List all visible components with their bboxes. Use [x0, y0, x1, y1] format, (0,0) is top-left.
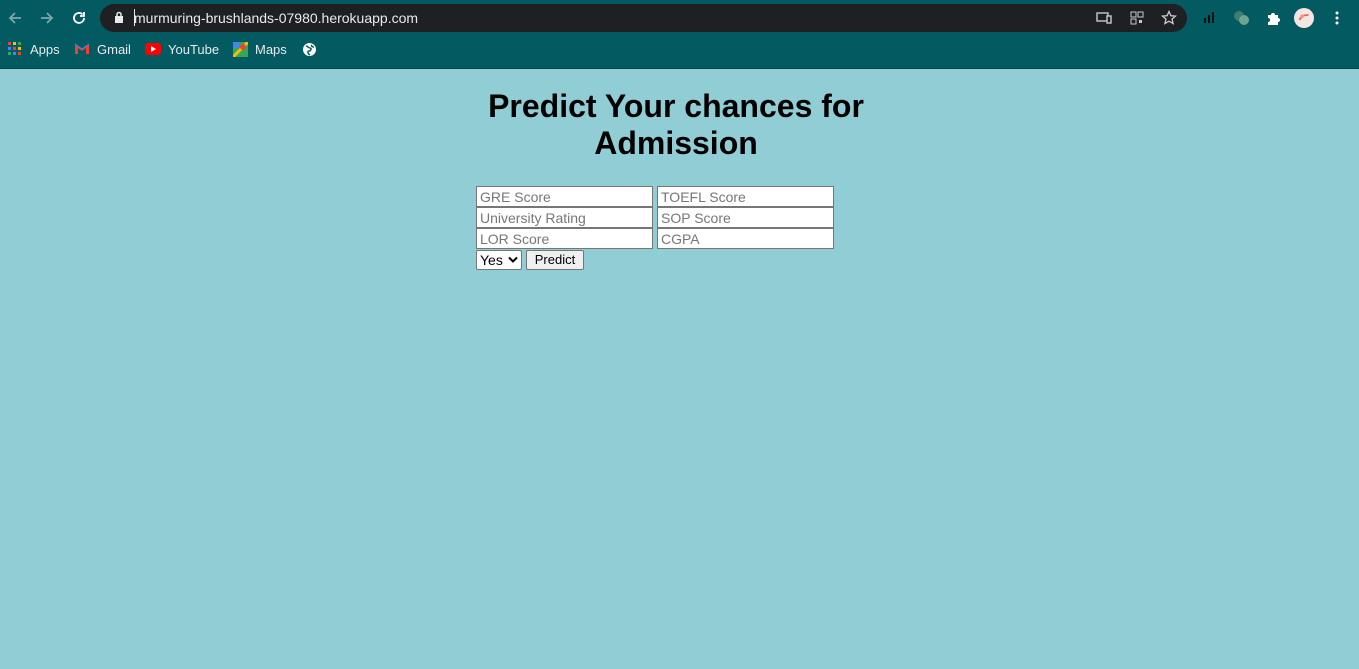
youtube-icon [145, 41, 161, 57]
university-rating-input[interactable] [476, 207, 653, 228]
globe-icon [301, 41, 317, 57]
lock-icon[interactable] [114, 11, 124, 24]
bookmark-label: Apps [30, 41, 60, 57]
bookmark-gmail[interactable]: Gmail [74, 41, 131, 57]
toefl-score-input[interactable] [657, 186, 834, 207]
extension-bars-icon[interactable] [1199, 8, 1219, 28]
bookmark-star-icon[interactable] [1161, 10, 1177, 26]
gre-score-input[interactable] [476, 186, 653, 207]
bookmarks-bar: Apps Gmail YouTube Maps [0, 38, 1359, 62]
puzzle-extensions-icon[interactable] [1263, 8, 1283, 28]
qr-code-icon[interactable] [1129, 10, 1145, 26]
research-select-value: Yes [480, 252, 503, 268]
menu-kebab-icon[interactable] [1327, 8, 1347, 28]
extension-ghostery-icon[interactable] [1231, 8, 1251, 28]
forward-button[interactable] [35, 6, 59, 30]
profile-avatar[interactable] [1294, 8, 1314, 28]
bookmark-maps[interactable]: Maps [232, 41, 287, 57]
back-arrow-icon [8, 12, 21, 24]
bookmark-apps[interactable]: Apps [7, 41, 60, 57]
forward-arrow-icon [41, 12, 54, 24]
cgpa-input[interactable] [657, 228, 834, 249]
bookmark-label: Maps [255, 41, 287, 57]
gmail-icon [74, 41, 90, 57]
bookmark-youtube[interactable]: YouTube [145, 41, 219, 57]
browser-toolbar: murmuring-brushlands-07980.herokuapp.com [0, 0, 1359, 69]
reload-button[interactable] [67, 6, 91, 30]
cast-icon[interactable] [1096, 10, 1112, 26]
sop-score-input[interactable] [657, 207, 834, 228]
lor-score-input[interactable] [476, 228, 653, 249]
predict-button[interactable]: Predict [526, 250, 584, 270]
maps-icon [232, 41, 248, 57]
research-select[interactable]: Yes [476, 250, 522, 270]
url-text[interactable]: murmuring-brushlands-07980.herokuapp.com [134, 10, 418, 26]
chevron-down-icon [508, 256, 518, 263]
bookmark-label: Gmail [97, 41, 131, 57]
back-button[interactable] [3, 6, 27, 30]
apps-grid-icon [7, 41, 23, 57]
bookmark-label: YouTube [168, 41, 220, 57]
page-title: Predict Your chances for Admission [488, 88, 864, 161]
bookmark-globe[interactable] [301, 41, 317, 57]
address-bar[interactable]: murmuring-brushlands-07980.herokuapp.com [100, 4, 1187, 32]
reload-icon [73, 12, 85, 24]
